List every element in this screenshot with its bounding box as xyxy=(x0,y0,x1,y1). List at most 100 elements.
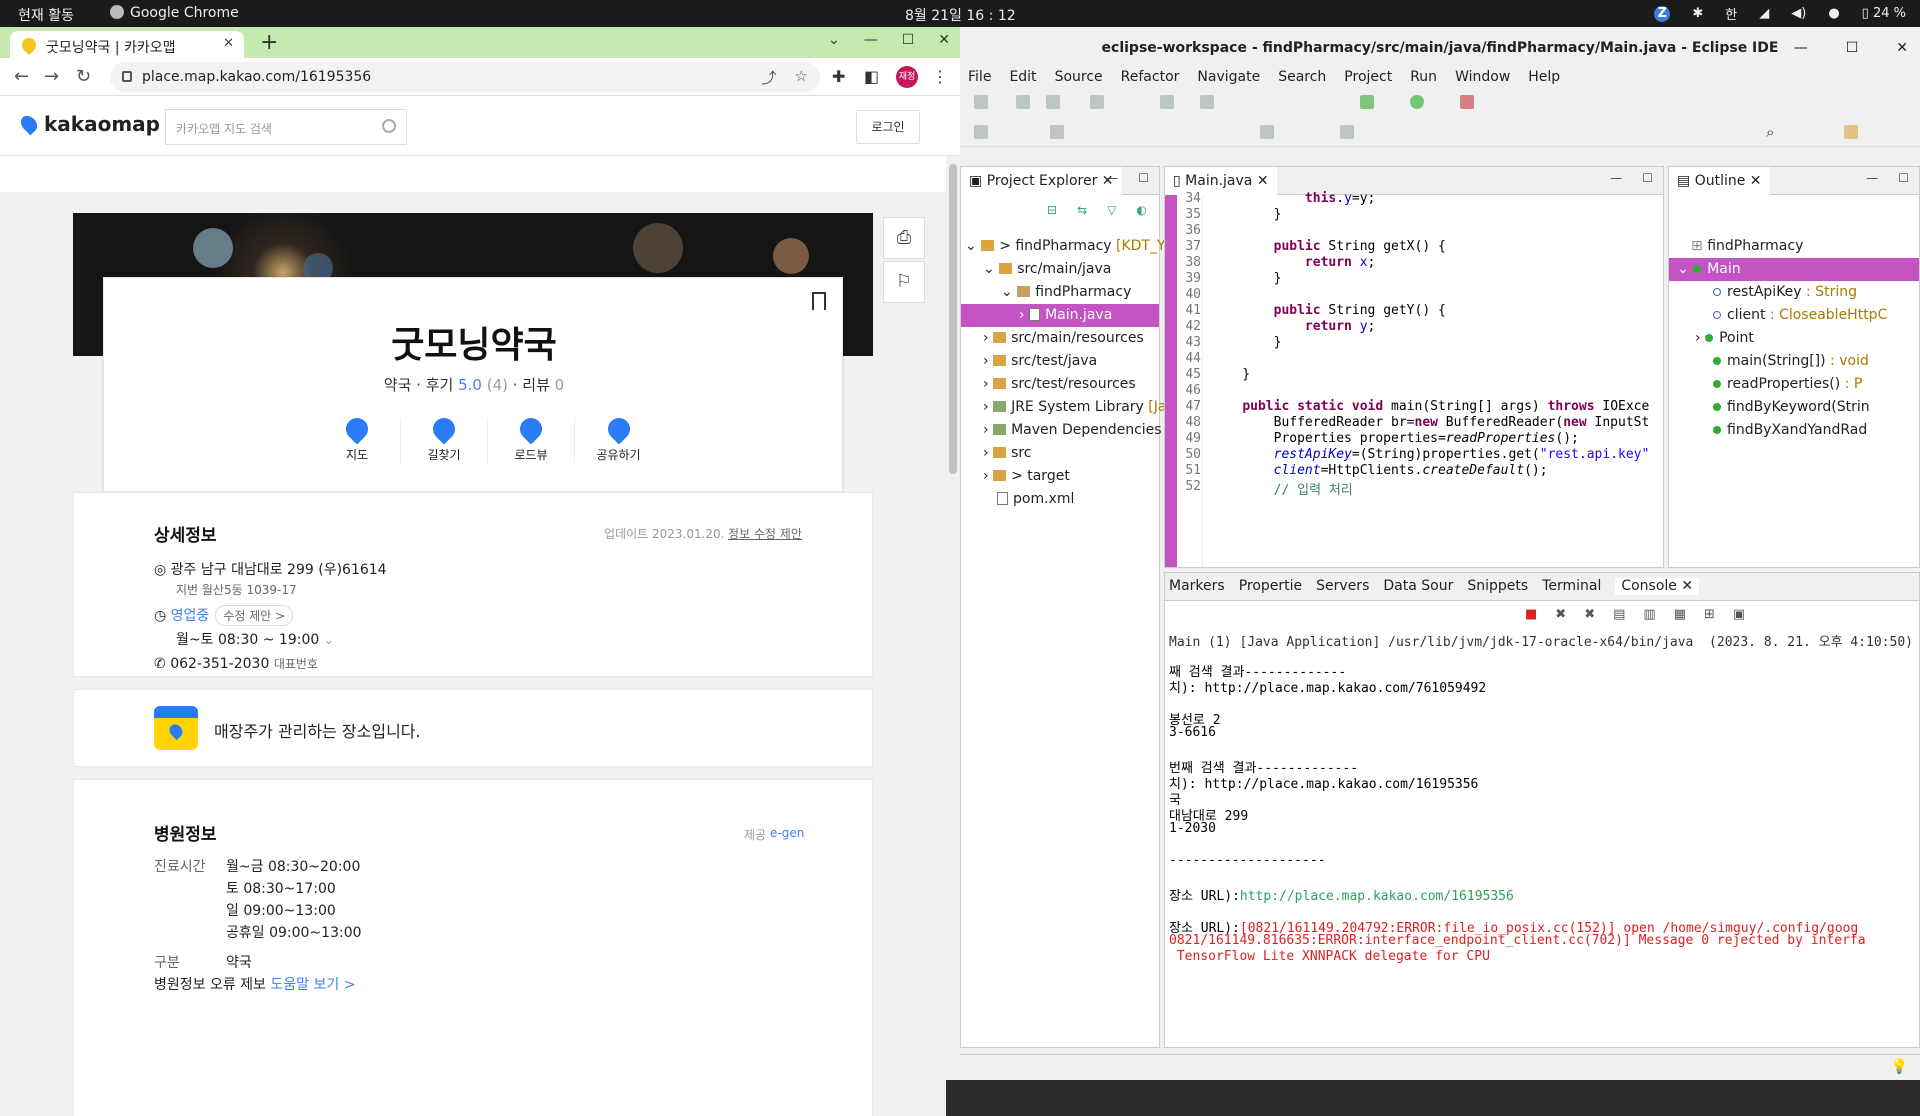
code-editor[interactable]: 34 35 36 37 38 39 40 41 42 43 44 45 46 4… xyxy=(1165,191,1663,567)
clock[interactable]: 8월 21일 16 : 12 xyxy=(905,5,1016,25)
chrome-menu-icon[interactable]: ⋮ xyxy=(932,67,948,86)
terminate-icon[interactable]: ■ xyxy=(1525,607,1537,622)
volume-icon[interactable]: ◀) xyxy=(1791,6,1806,21)
menu-window[interactable]: Window xyxy=(1455,69,1510,87)
tree-item-main-java[interactable]: › Main.java xyxy=(961,304,1159,327)
tree-item-jre[interactable]: › JRE System Library [JavaSE xyxy=(961,396,1201,419)
tab-properties[interactable]: Propertie xyxy=(1239,578,1302,595)
edit-suggest-link[interactable]: 정보 수정 제안 xyxy=(728,525,802,542)
focus-icon[interactable]: ◐ xyxy=(1136,203,1146,217)
pin-console-icon[interactable]: ⊞ xyxy=(1704,607,1715,622)
save-all-icon[interactable] xyxy=(1046,95,1060,109)
hours-suggest-button[interactable]: 수정 제안 > xyxy=(215,605,294,626)
login-button[interactable]: 로그인 xyxy=(856,110,920,144)
console-link[interactable]: http://place.map.kakao.com/16195356 xyxy=(1240,889,1514,904)
help-link[interactable]: 도움말 보기 > xyxy=(270,977,355,993)
project-explorer-tab[interactable]: ▣ Project Explorer ✕ xyxy=(961,167,1122,195)
collapse-all-icon[interactable]: ⊟ xyxy=(1047,203,1057,217)
outline-item-field[interactable]: client : CloseableHttpC xyxy=(1669,304,1919,327)
bookmark-icon[interactable] xyxy=(812,292,826,310)
maximize-button[interactable]: ☐ xyxy=(902,32,915,48)
map-action-button[interactable]: 지도 xyxy=(314,413,401,463)
minimize-button[interactable]: — xyxy=(864,32,878,48)
outline-item-method[interactable]: findByKeyword(Strin xyxy=(1669,396,1919,419)
word-wrap-icon[interactable]: ▦ xyxy=(1674,607,1686,622)
new-icon[interactable] xyxy=(974,95,988,109)
profile-avatar[interactable]: 재정 xyxy=(896,66,918,88)
tree-item-src-main-java[interactable]: ⌄ src/main/java xyxy=(961,258,1159,281)
tree-item-maven[interactable]: › Maven Dependencies xyxy=(961,419,1162,442)
print-button[interactable]: ⎙ xyxy=(883,217,925,259)
remove-all-icon[interactable]: ✖ xyxy=(1584,607,1595,622)
wifi-icon[interactable]: ◢ xyxy=(1759,6,1769,21)
clear-console-icon[interactable]: ▤ xyxy=(1613,607,1625,622)
menu-refactor[interactable]: Refactor xyxy=(1121,69,1180,87)
active-app-indicator[interactable]: Google Chrome xyxy=(110,5,239,21)
zoom-icon[interactable]: Z xyxy=(1654,5,1671,22)
slack-icon[interactable]: ✱ xyxy=(1692,6,1703,21)
tab-servers[interactable]: Servers xyxy=(1316,578,1369,595)
tree-item-pom[interactable]: pom.xml xyxy=(961,488,1159,511)
report-flag-button[interactable]: ⚐ xyxy=(883,261,925,303)
tab-markers[interactable]: Markers xyxy=(1169,578,1225,595)
kakaomap-logo[interactable]: kakaomap xyxy=(17,112,160,136)
filter-icon[interactable]: ▽ xyxy=(1107,203,1116,217)
close-window-button[interactable]: ✕ xyxy=(938,32,950,48)
activities-button[interactable]: 현재 활동 xyxy=(18,5,74,25)
open-console-icon[interactable]: ▣ xyxy=(1733,607,1745,622)
java-perspective-icon[interactable] xyxy=(1844,125,1858,139)
mic-icon[interactable]: ● xyxy=(1828,6,1839,21)
menu-navigate[interactable]: Navigate xyxy=(1197,69,1260,87)
close-tab-icon[interactable]: ✕ xyxy=(223,36,234,51)
menu-search[interactable]: Search xyxy=(1278,69,1326,87)
maximize-button[interactable]: ☐ xyxy=(1846,27,1859,69)
resume-icon[interactable] xyxy=(1160,95,1174,109)
provider-name[interactable]: e-gen xyxy=(770,826,804,840)
chevron-down-icon[interactable]: ⌄ xyxy=(324,633,334,647)
debug-icon[interactable] xyxy=(1360,95,1374,109)
tab-search-icon[interactable]: ⌄ xyxy=(828,32,840,48)
tip-icon[interactable]: 💡 xyxy=(1891,1059,1908,1075)
scroll-lock-icon[interactable]: ▥ xyxy=(1643,607,1655,622)
outline-tab[interactable]: ▤ Outline ✕ xyxy=(1669,167,1770,195)
tab-snippets[interactable]: Snippets xyxy=(1467,578,1528,595)
menu-edit[interactable]: Edit xyxy=(1009,69,1036,87)
tree-item-src-main-resources[interactable]: › src/main/resources xyxy=(961,327,1159,350)
phone[interactable]: 062-351-2030 xyxy=(170,656,269,672)
outline-item-method[interactable]: main(String[]) : void xyxy=(1669,350,1919,373)
blog-label[interactable]: 리뷰 xyxy=(522,376,550,394)
bookmark-star-icon[interactable]: ☆ xyxy=(795,67,808,88)
globe-icon[interactable] xyxy=(1050,125,1064,139)
share-action-button[interactable]: 공유하기 xyxy=(575,413,662,463)
roadview-action-button[interactable]: 로드뷰 xyxy=(488,413,575,463)
back-button[interactable]: ← xyxy=(14,66,29,87)
remove-launch-icon[interactable]: ✖ xyxy=(1555,607,1566,622)
tree-item-src-test-resources[interactable]: › src/test/resources xyxy=(961,373,1159,396)
back-nav-icon[interactable] xyxy=(1260,125,1274,139)
pin-editor-icon[interactable] xyxy=(1340,125,1354,139)
minimize-view-icon[interactable]: — xyxy=(1610,171,1622,185)
extensions-icon[interactable]: ✚ xyxy=(832,67,845,86)
page-scrollbar[interactable] xyxy=(946,156,960,1080)
minimize-view-icon[interactable]: — xyxy=(1106,171,1118,185)
new-tab-button[interactable]: + xyxy=(260,30,278,55)
maximize-view-icon[interactable]: ☐ xyxy=(1642,171,1653,185)
coverage-icon[interactable] xyxy=(1460,95,1474,109)
tree-item-project[interactable]: ⌄ > findPharmacy [KDT_Y_BE_Ja xyxy=(961,235,1211,258)
save-icon[interactable] xyxy=(1016,95,1030,109)
outline-item-field[interactable]: restApiKey : String xyxy=(1669,281,1919,304)
menu-source[interactable]: Source xyxy=(1055,69,1103,87)
stop-icon[interactable] xyxy=(1200,95,1214,109)
battery-indicator[interactable]: ▯ 24 % xyxy=(1862,6,1906,21)
scrollbar-thumb[interactable] xyxy=(949,164,957,474)
maximize-view-icon[interactable]: ☐ xyxy=(1138,171,1149,185)
menu-file[interactable]: File xyxy=(968,69,991,87)
tree-item-src[interactable]: › src xyxy=(961,442,1159,465)
outline-item-method[interactable]: readProperties() : P xyxy=(1669,373,1919,396)
review-label[interactable]: 후기 xyxy=(426,376,454,394)
link-editor-icon[interactable]: ⇆ xyxy=(1077,203,1087,217)
outline-item-inner-class[interactable]: › Point xyxy=(1669,327,1919,350)
kakaomap-search-input[interactable]: 카카오맵 지도 검색 xyxy=(165,109,407,145)
tab-data-source[interactable]: Data Sour xyxy=(1383,578,1453,595)
search-icon[interactable] xyxy=(382,119,396,133)
